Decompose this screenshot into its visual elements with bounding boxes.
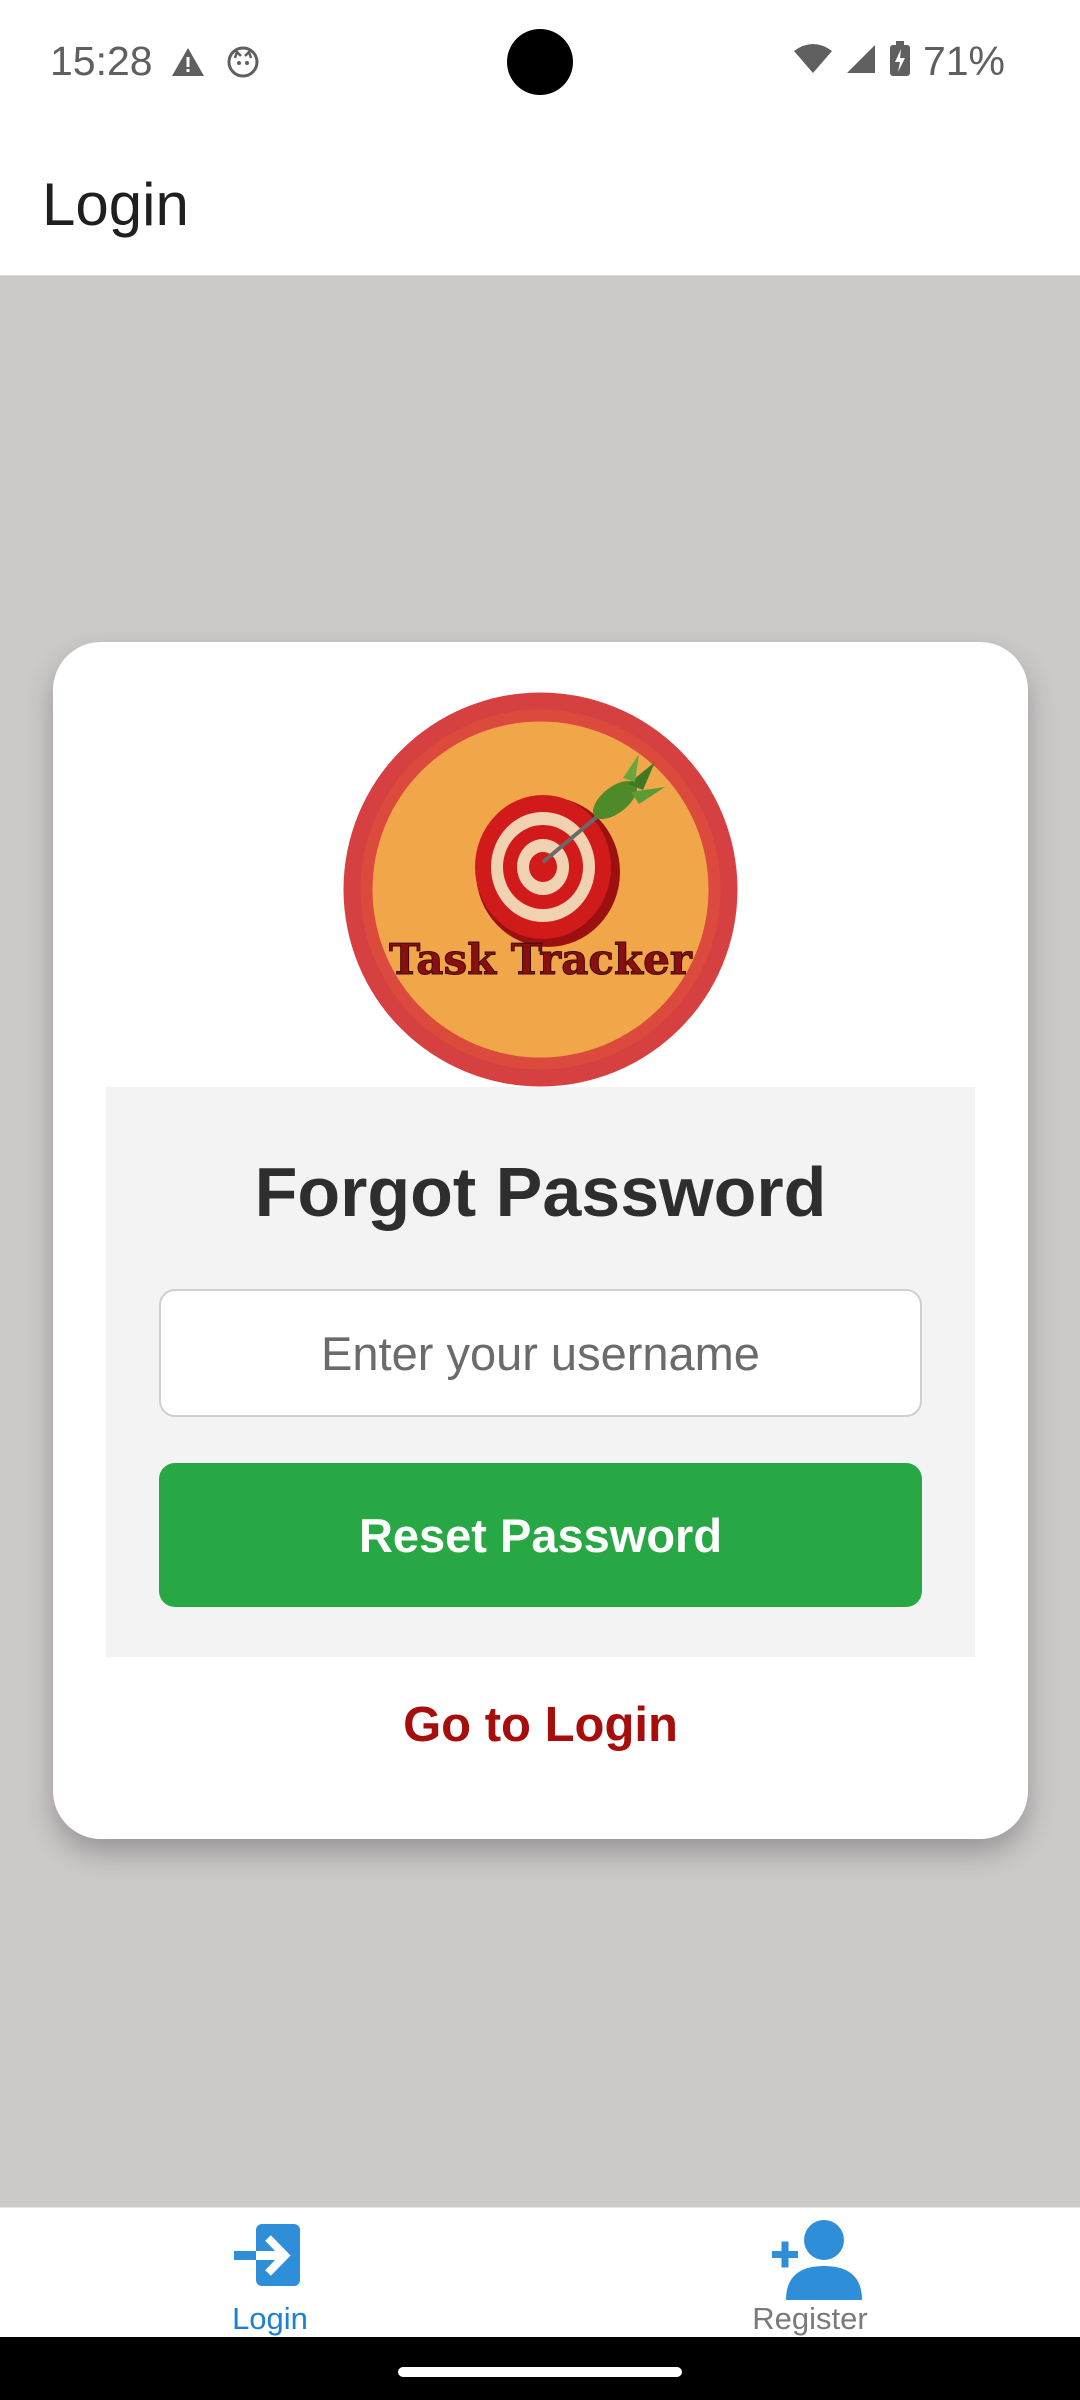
page-title: Login [42, 171, 189, 238]
battery-percentage: 71% [922, 38, 1005, 84]
logo-text: Task Tracker [389, 935, 693, 984]
nav-label-login: Login [232, 2301, 308, 2336]
status-system-icons: 71% [793, 38, 1005, 85]
nav-item-login[interactable]: Login [140, 2208, 400, 2338]
nav-item-register[interactable]: Register [680, 2208, 940, 2338]
app-bar: Login [0, 130, 1080, 276]
status-notification-icons [170, 45, 260, 84]
nav-label-register: Register [752, 2301, 868, 2336]
login-arrow-icon [230, 2218, 306, 2299]
forgot-password-card: Task Tracker Forgot Password Reset Passw… [53, 642, 1028, 1839]
add-user-icon [770, 2218, 862, 2307]
form-title: Forgot Password [254, 1153, 827, 1231]
system-gesture-bar [0, 2337, 1080, 2400]
status-time: 15:28 [50, 38, 153, 84]
wifi-icon [793, 43, 833, 80]
cat-face-icon [226, 45, 260, 84]
reset-form-panel: Forgot Password Reset Password [106, 1087, 975, 1657]
signal-icon [845, 43, 877, 80]
reset-password-button[interactable]: Reset Password [159, 1463, 922, 1607]
warning-icon [170, 46, 206, 83]
task-tracker-logo: Task Tracker [343, 692, 738, 1087]
battery-charging-icon [889, 41, 911, 82]
bottom-nav: Login Register [0, 2207, 1080, 2338]
username-input[interactable] [159, 1289, 922, 1417]
home-gesture-handle[interactable] [398, 2367, 682, 2377]
camera-cutout [507, 29, 573, 95]
go-to-login-link[interactable]: Go to Login [53, 1697, 1028, 1753]
status-bar: 15:28 71% [0, 0, 1080, 130]
